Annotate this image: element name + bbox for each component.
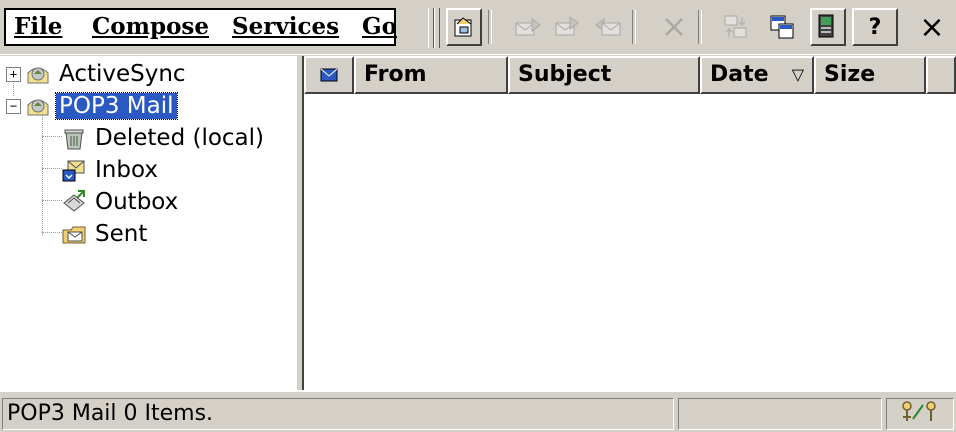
connect-button[interactable]: [810, 8, 846, 46]
connect-icon: [818, 14, 834, 38]
tree-label: POP3 Mail: [55, 92, 178, 120]
tree-label: Inbox: [95, 157, 158, 183]
reply-button[interactable]: [510, 8, 546, 46]
column-header-from[interactable]: From: [354, 56, 508, 94]
envelope-icon: [320, 68, 338, 82]
tree-line: [42, 168, 62, 169]
collapse-pop3-button[interactable]: −: [6, 99, 21, 114]
status-pane-empty: [678, 398, 882, 430]
help-button[interactable]: ?: [852, 8, 898, 46]
toolbar-separator: [632, 10, 636, 44]
reply-all-icon: [555, 16, 579, 36]
column-header-size[interactable]: Size: [814, 56, 926, 94]
forward-button[interactable]: [590, 8, 626, 46]
menu-compose[interactable]: Compose: [92, 10, 209, 44]
status-bar: POP3 Mail 0 Items.: [0, 390, 956, 432]
pane-splitter[interactable]: [296, 56, 304, 390]
tree-line: [42, 136, 62, 137]
send-receive-button[interactable]: [718, 8, 754, 46]
column-header-subject[interactable]: Subject: [508, 56, 700, 94]
column-header-date-label: Date: [710, 62, 769, 87]
tree-item-sent[interactable]: Sent: [60, 218, 150, 250]
column-header-status[interactable]: [304, 56, 354, 94]
tree-label: Deleted (local): [95, 125, 265, 151]
toolbar-separator: [698, 10, 702, 44]
connection-status[interactable]: [886, 398, 954, 430]
toolbar-grip-2: [434, 8, 440, 48]
inbox-icon: [62, 160, 85, 182]
tree-item-deleted[interactable]: Deleted (local): [60, 122, 267, 154]
copy-to-folder-button[interactable]: [764, 8, 800, 46]
send-receive-icon: [724, 15, 747, 38]
sent-folder-icon: [62, 226, 86, 244]
tree-label: ActiveSync: [59, 61, 186, 87]
tree-item-activesync[interactable]: ActiveSync: [24, 58, 189, 90]
copy-folder-icon: [770, 15, 794, 39]
tree-item-outbox[interactable]: Outbox: [60, 186, 181, 218]
delete-icon: [665, 18, 683, 36]
tree-line: [42, 232, 62, 233]
menu-bar: File Compose Services Go: [4, 8, 397, 46]
folder-tree: + ActiveSync − POP3 Mail Deleted (local): [0, 56, 296, 390]
trash-icon: [64, 129, 84, 150]
toolbar-separator: [488, 10, 492, 44]
column-header-date[interactable]: Date ▽: [700, 56, 814, 94]
close-button[interactable]: ×: [912, 8, 952, 46]
message-list[interactable]: From Subject Date ▽ Size: [304, 56, 956, 390]
status-text: POP3 Mail 0 Items.: [2, 398, 674, 430]
tree-line: [42, 114, 43, 236]
tree-label: Outbox: [95, 189, 179, 215]
connection-icon: [902, 401, 936, 421]
menu-go[interactable]: Go: [362, 10, 397, 44]
reply-icon: [515, 18, 541, 36]
forward-icon: [595, 18, 621, 36]
column-header-filler: [926, 56, 956, 94]
properties-icon: [454, 17, 472, 37]
mailbox-icon: [27, 67, 49, 84]
sort-descending-icon: ▽: [791, 65, 804, 84]
tree-item-pop3-mail[interactable]: POP3 Mail: [24, 90, 178, 122]
menu-file[interactable]: File: [14, 10, 62, 44]
properties-button[interactable]: [446, 8, 482, 46]
tree-label: Sent: [95, 221, 148, 247]
mailbox-icon: [27, 99, 49, 116]
delete-button[interactable]: [656, 8, 692, 46]
expand-activesync-button[interactable]: +: [6, 67, 21, 82]
menu-services[interactable]: Services: [232, 10, 339, 44]
tree-line: [42, 200, 62, 201]
tree-item-inbox[interactable]: Inbox: [60, 154, 161, 186]
outbox-icon: [63, 190, 85, 212]
reply-all-button[interactable]: [550, 8, 586, 46]
command-bar: File Compose Services Go ? ×: [0, 0, 956, 55]
